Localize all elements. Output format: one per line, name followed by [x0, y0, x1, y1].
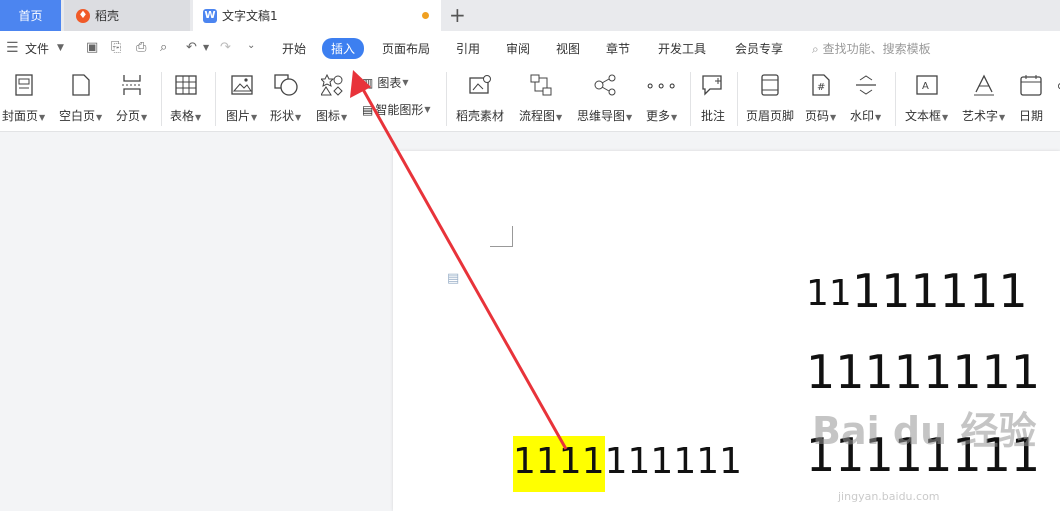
- red-arrow-annotation: [350, 70, 568, 450]
- arrow-shaft: [358, 83, 568, 450]
- arrow-head: [350, 70, 371, 98]
